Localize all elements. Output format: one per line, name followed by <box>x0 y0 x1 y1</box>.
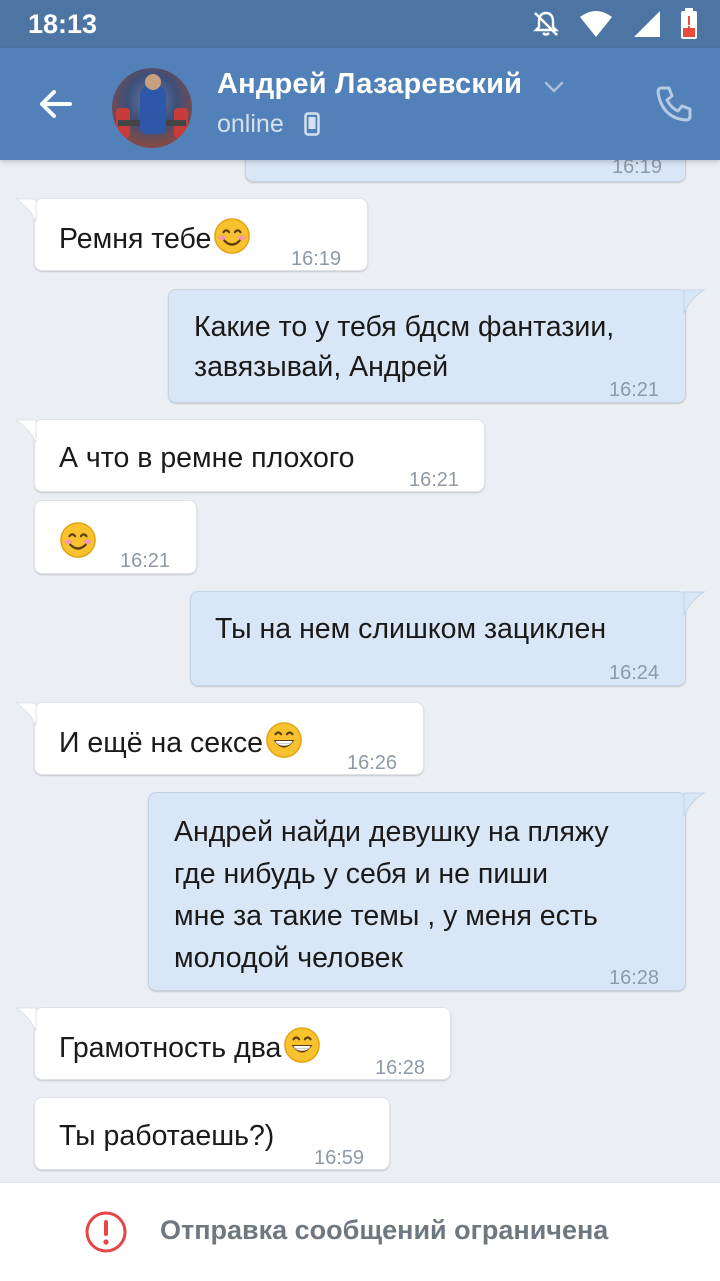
message-text: И ещё на сексе <box>59 727 263 759</box>
back-arrow-icon[interactable] <box>30 78 82 130</box>
message-text: А что в ремне плохого <box>59 442 355 474</box>
grinning-face-emoji <box>266 722 302 758</box>
message-text: Ты работаешь?) <box>59 1120 275 1152</box>
message-outgoing[interactable]: Андрей найди девушку на пляжу где нибудь… <box>148 792 686 991</box>
message-text: Грамотность два <box>59 1032 282 1064</box>
message-incoming[interactable]: Грамотность два 16:28 <box>34 1007 451 1080</box>
message-outgoing[interactable]: Ты на нем слишком зациклен 16:24 <box>190 591 686 686</box>
chat-header: Андрей Лазаревский online <box>0 48 720 160</box>
message-time: 16:26 <box>347 752 398 774</box>
message-text: Ты на нем слишком зациклен <box>215 613 607 645</box>
mobile-device-icon <box>304 112 320 136</box>
message-text: Андрей найди девушку на пляжу где нибудь… <box>174 816 609 974</box>
message-text: Ремня тебе <box>59 223 212 255</box>
cell-signal-icon <box>633 11 660 37</box>
message-feed[interactable]: 16:19 Ремня тебе 16:19 Какие то у тебя б… <box>0 0 720 1182</box>
message-incoming[interactable]: Ты работаешь?) 16:59 <box>34 1097 390 1170</box>
message-time: 16:21 <box>120 550 171 572</box>
bell-off-icon <box>532 11 559 36</box>
contact-status: online <box>217 110 284 138</box>
chevron-down-icon[interactable] <box>543 80 565 94</box>
message-text: Какие то у тебя бдсм фантазии, завязывай… <box>194 311 615 383</box>
message-time: 16:59 <box>314 1147 365 1169</box>
messaging-restricted-bar: Отправка сообщений ограничена <box>0 1182 720 1281</box>
restricted-notice: Отправка сообщений ограничена <box>160 1215 609 1245</box>
contact-name[interactable]: Андрей Лазаревский <box>217 68 522 101</box>
smiling-face-emoji <box>214 218 251 254</box>
message-time: 16:28 <box>609 967 660 989</box>
wifi-icon <box>580 11 613 37</box>
message-time: 16:19 <box>291 248 342 270</box>
battery-low-icon <box>681 8 697 39</box>
phone-icon[interactable] <box>652 82 696 126</box>
grinning-face-emoji <box>284 1027 321 1063</box>
smiling-face-emoji <box>60 522 96 558</box>
status-bar: 18:13 <box>0 0 720 48</box>
status-icons <box>517 8 698 40</box>
message-time: 16:24 <box>609 662 660 684</box>
message-time: 16:21 <box>609 379 660 401</box>
message-incoming[interactable]: А что в ремне плохого 16:21 <box>34 419 485 492</box>
message-outgoing[interactable]: Какие то у тебя бдсм фантазии, завязывай… <box>168 289 686 403</box>
message-incoming[interactable]: Ремня тебе 16:19 <box>34 198 368 271</box>
message-time: 16:21 <box>409 469 460 491</box>
status-time: 18:13 <box>28 9 98 39</box>
message-incoming[interactable]: И ещё на сексе 16:26 <box>34 702 424 775</box>
message-time: 16:28 <box>375 1057 426 1079</box>
warning-circle-icon <box>85 1211 127 1253</box>
message-incoming[interactable]: 16:21 <box>34 500 197 574</box>
avatar[interactable] <box>112 68 192 148</box>
